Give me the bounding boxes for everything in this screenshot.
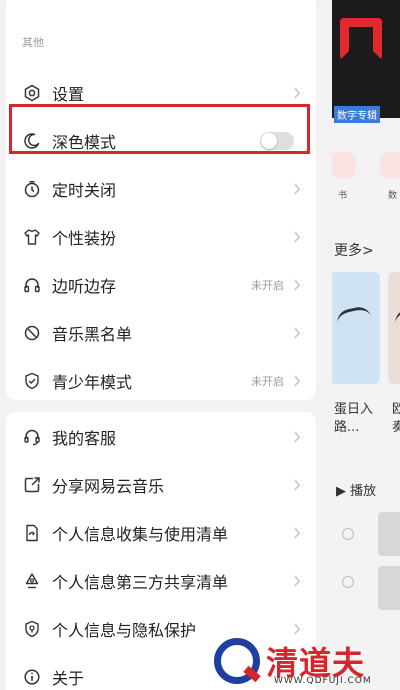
menu-item-label: 个人信息收集与使用清单	[52, 525, 229, 544]
block-icon	[22, 323, 42, 343]
menu-item-label: 我的客服	[52, 429, 117, 448]
tshirt-icon	[22, 227, 42, 247]
background-banner[interactable]	[330, 0, 400, 118]
chevron-right-icon	[292, 326, 302, 340]
song-thumbnail	[378, 566, 400, 610]
playlist-card[interactable]	[388, 272, 400, 384]
more-link[interactable]: 更多>	[334, 240, 374, 260]
menu-item-label: 定时关闭	[52, 181, 117, 200]
chevron-right-icon	[292, 278, 302, 292]
chevron-right-icon	[292, 182, 302, 196]
chevron-right-icon	[292, 526, 302, 540]
banner-tag: 数字专辑	[334, 106, 380, 123]
chevron-right-icon	[292, 230, 302, 244]
chevron-right-icon	[292, 622, 302, 636]
playlist-card[interactable]	[330, 272, 380, 384]
menu-item-label: 分享网易云音乐	[52, 477, 165, 496]
song-thumbnail	[378, 512, 400, 556]
card-caption: 蛋日入	[334, 402, 374, 417]
banner-logo-mark	[340, 18, 382, 60]
menu-item-label: 边听边存	[52, 277, 117, 296]
menu-item-label: 个人信息第三方共享清单	[52, 573, 229, 592]
status-text: 未开启	[251, 279, 284, 292]
chevron-right-icon	[292, 86, 302, 100]
chevron-right-icon	[292, 574, 302, 588]
card-artwork	[335, 304, 375, 342]
chevron-right-icon	[292, 374, 302, 388]
card-artwork	[393, 304, 400, 342]
chevron-right-icon	[292, 478, 302, 492]
document-icon	[22, 523, 42, 543]
play-all-button[interactable]: ▶ 播放	[336, 480, 376, 499]
shield-icon	[22, 371, 42, 391]
side-drawer: 其他 设置 深色模式 定时关闭 个性装扮 边听边存 未开启 音乐黑名单 青少年模…	[0, 0, 332, 690]
shortcut-caption: 数	[388, 191, 398, 201]
menu-item-third-party-sharing[interactable]: 个人信息第三方共享清单	[6, 558, 316, 604]
headphones-icon	[22, 275, 42, 295]
shortcut-caption: 书	[338, 191, 348, 201]
recycle-icon	[22, 571, 42, 591]
radio-dot[interactable]	[342, 528, 354, 540]
card-caption: 欧	[392, 402, 400, 417]
card-caption: 路...	[334, 420, 360, 435]
menu-item-teen-mode[interactable]: 青少年模式 未开启	[6, 358, 316, 404]
card-caption: 奏	[392, 420, 400, 435]
background-shortcut-icon[interactable]	[330, 152, 356, 178]
background-shortcut-icon[interactable]	[380, 152, 400, 178]
menu-item-share-app[interactable]: 分享网易云音乐	[6, 462, 316, 508]
watermark-url: WWW.QDFUJI.COM	[274, 676, 372, 686]
menu-item-label: 设置	[52, 85, 85, 104]
menu-item-customer-service[interactable]: 我的客服	[6, 414, 316, 460]
chevron-right-icon	[292, 430, 302, 444]
watermark-logo: 清道夫 WWW.QDFUJI.COM	[214, 636, 400, 690]
share-icon	[22, 475, 42, 495]
menu-item-label: 个性装扮	[52, 229, 117, 248]
menu-item-sleep-timer[interactable]: 定时关闭	[6, 166, 316, 212]
menu-item-listen-save[interactable]: 边听边存 未开启	[6, 262, 316, 308]
menu-item-info-collection[interactable]: 个人信息收集与使用清单	[6, 510, 316, 556]
menu-item-label: 青少年模式	[52, 373, 133, 392]
menu-item-blacklist[interactable]: 音乐黑名单	[6, 310, 316, 356]
section-label: 其他	[22, 36, 44, 49]
menu-item-label: 音乐黑名单	[52, 325, 133, 344]
menu-item-label: 个人信息与隐私保护	[52, 621, 197, 640]
timer-icon	[22, 179, 42, 199]
status-text: 未开启	[251, 375, 284, 388]
annotation-highlight-box	[9, 104, 310, 154]
privacy-shield-icon	[22, 619, 42, 639]
other-settings-card: 其他 设置 深色模式 定时关闭 个性装扮 边听边存 未开启 音乐黑名单 青少年模…	[6, 0, 316, 400]
radio-dot[interactable]	[342, 576, 354, 588]
headset-icon	[22, 427, 42, 447]
menu-item-theme[interactable]: 个性装扮	[6, 214, 316, 260]
menu-item-label: 关于	[52, 669, 85, 688]
gear-icon	[22, 83, 42, 103]
info-icon	[22, 667, 42, 687]
